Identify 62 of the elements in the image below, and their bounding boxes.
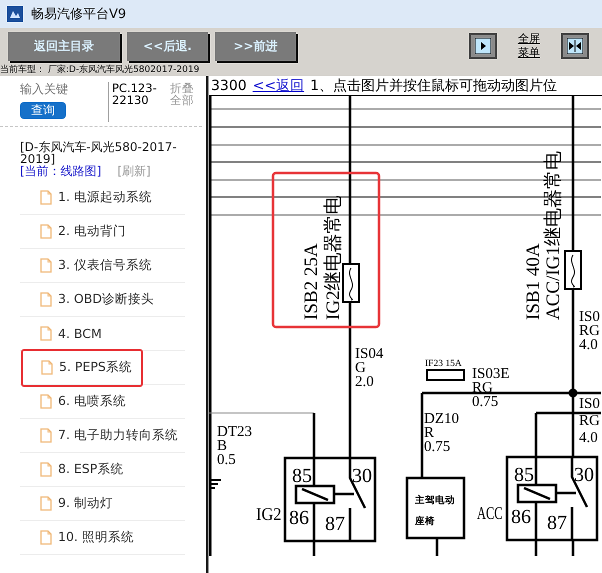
component-label: 主驾电动 座椅 [415,495,455,527]
tree-item[interactable]: 4. BCM [40,326,102,341]
pin-label: 87 [547,512,567,534]
tree-item[interactable]: 2. 电动背门 [40,223,126,240]
pin-label: 30 [574,464,594,486]
fuse-icon [342,263,360,303]
pin-label: 87 [325,513,345,535]
tree-item[interactable]: 6. 电喷系统 [40,393,126,410]
pin-label: 85 [292,465,312,487]
tree-item[interactable]: 5. PEPS系统 [21,348,143,386]
wire-label: IS0 RG 4.0 [579,309,600,353]
back-link[interactable]: <<返回 [252,76,304,94]
vehicle-info: 当前车型： 厂家:D-东风汽车风光5802017-2019 [0,64,602,76]
nav-button[interactable]: <<后退. [127,32,208,60]
relay-label: IG2 [256,504,284,524]
wire-label: IS03E RG 0.75 [472,366,510,410]
tree-item[interactable]: 10. 照明系统 [40,529,134,546]
document-icon [40,394,52,409]
query-button[interactable]: 查询 [20,102,66,119]
document-icon [40,462,52,477]
tree-item[interactable]: 9. 制动灯 [40,495,113,512]
document-icon [40,258,52,273]
document-icon [40,326,52,341]
pin-label: 30 [352,465,372,487]
wire-label: IS04 G 2.0 [355,346,384,390]
pin-label: 86 [289,507,309,529]
tree-item[interactable]: 8. ESP系统 [40,461,124,478]
hint-text: 1、点击图片并按住鼠标可拖动动图片位 [310,76,558,94]
wire-label: IS0 RG 4.0 [579,396,600,446]
document-icon [40,190,52,205]
nav-button[interactable]: 返回主目录 [8,32,120,60]
expand-panel-button[interactable] [468,33,497,59]
window-title: 畅易汽修平台V9 [31,6,126,23]
fuse-label: IG2继电器常电 [323,195,344,320]
document-icon [40,292,52,307]
vehicle-title: [D-东风汽车-风光580-2017-2019] [20,141,178,165]
tree-item[interactable]: 1. 电源起动系统 [40,189,152,206]
component-box [406,476,466,540]
page-number: 3300 [211,78,247,94]
tree-item[interactable]: 3. 仪表信号系统 [40,257,152,274]
split-view-button[interactable] [561,33,589,59]
tree-item[interactable]: 7. 电子助力转向系统 [40,427,178,444]
arrows-inward-icon [567,38,583,54]
current-view-link[interactable]: [当前：线路图] [20,165,102,177]
wire-label: DZ10 R 0.75 [424,411,459,455]
document-icon [40,496,52,511]
fuse-label: ISB1 40A [523,243,544,320]
document-icon [41,360,53,375]
pin-label: 85 [514,464,534,486]
document-icon [40,530,52,545]
fullscreen-menu-link[interactable]: 全屏菜单 [516,32,541,60]
nav-button[interactable]: >>前进 [215,32,296,60]
document-icon [40,224,52,239]
inline-fuse-icon [426,369,465,381]
tree-item[interactable]: 3. OBD诊断接头 [40,291,154,308]
fuse-label: IF23 15A [425,359,462,369]
wire-label: DT23 B 0.5 [217,424,252,468]
app-logo-icon [7,6,23,22]
arrow-right-icon [474,38,491,54]
document-icon [40,428,52,443]
fuse-label: ISB2 25A [301,243,322,320]
code-text: PC.123-22130 [108,82,162,122]
